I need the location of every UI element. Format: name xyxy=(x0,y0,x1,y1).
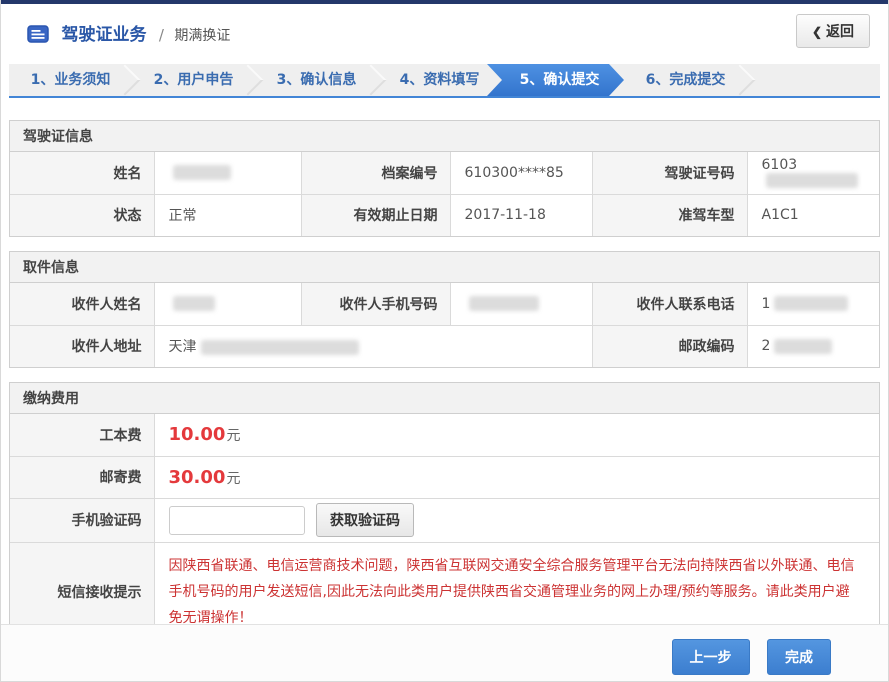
name-label: 姓名 xyxy=(10,152,154,194)
redacted-blur xyxy=(774,339,832,354)
vehicle-type-value: A1C1 xyxy=(747,194,879,236)
vehicle-type-label: 准驾车型 xyxy=(592,194,747,236)
name-value-redacted xyxy=(154,152,301,194)
step-2-declare[interactable]: 2、用户申告 xyxy=(132,64,255,96)
pickup-info-table: 收件人姓名 收件人手机号码 收件人联系电话 1 收件人地址 天津 邮政编码 2 xyxy=(10,283,879,367)
header: 驾驶证业务 / 期满换证 ❮ 返回 xyxy=(1,4,888,64)
tel-prefix: 1 xyxy=(762,296,771,312)
step-label: 1、业务须知 xyxy=(31,72,111,88)
currency-unit: 元 xyxy=(226,471,240,487)
step-label: 6、完成提交 xyxy=(646,72,726,88)
section-title: 驾驶证信息 xyxy=(10,121,879,152)
step-5-confirm-submit-active[interactable]: 5、确认提交 xyxy=(487,64,624,96)
table-row: 手机验证码 获取验证码 xyxy=(10,498,879,542)
postcode-prefix: 2 xyxy=(762,338,771,354)
step-wizard: 1、业务须知 2、用户申告 3、确认信息 4、资料填写 5、确认提交 6、完成提… xyxy=(9,64,880,98)
redacted-blur xyxy=(766,173,858,188)
captcha-cell: 获取验证码 xyxy=(154,498,879,542)
section-pickup-info: 取件信息 收件人姓名 收件人手机号码 收件人联系电话 1 收件人地址 天津 邮政… xyxy=(9,251,880,368)
postage-fee-amount: 30.00 xyxy=(169,467,226,488)
recipient-tel-redacted: 1 xyxy=(747,283,879,325)
postcode-redacted: 2 xyxy=(747,325,879,367)
finish-button[interactable]: 完成 xyxy=(767,639,831,675)
redacted-blur xyxy=(173,165,231,180)
address-redacted: 天津 xyxy=(154,325,592,367)
breadcrumb-separator: / xyxy=(159,26,164,44)
captcha-input[interactable] xyxy=(169,506,305,535)
expiry-value: 2017-11-18 xyxy=(450,194,592,236)
back-chevron-icon: ❮ xyxy=(812,25,822,39)
status-value: 正常 xyxy=(154,194,301,236)
step-6-complete[interactable]: 6、完成提交 xyxy=(624,64,747,96)
postage-fee-value: 30.00元 xyxy=(154,456,879,498)
file-no-label: 档案编号 xyxy=(301,152,450,194)
table-row: 收件人姓名 收件人手机号码 收件人联系电话 1 xyxy=(10,283,879,325)
file-no-value: 610300****85 xyxy=(450,152,592,194)
recipient-mobile-label: 收件人手机号码 xyxy=(301,283,450,325)
postcode-label: 邮政编码 xyxy=(592,325,747,367)
footer-bar: 上一步 完成 xyxy=(1,624,888,681)
previous-step-button[interactable]: 上一步 xyxy=(672,639,750,675)
redacted-blur xyxy=(201,340,359,355)
section-title: 缴纳费用 xyxy=(10,383,879,414)
address-label: 收件人地址 xyxy=(10,325,154,367)
step-label: 4、资料填写 xyxy=(400,72,480,88)
address-prefix: 天津 xyxy=(169,339,197,355)
table-row: 状态 正常 有效期止日期 2017-11-18 准驾车型 A1C1 xyxy=(10,194,879,236)
currency-unit: 元 xyxy=(226,428,240,444)
redacted-blur xyxy=(469,296,539,311)
main-content: 驾驶证信息 姓名 档案编号 610300****85 驾驶证号码 6103 状态… xyxy=(1,98,888,642)
page-title: 驾驶证业务 xyxy=(61,25,146,45)
step-label: 2、用户申告 xyxy=(154,72,234,88)
recipient-mobile-redacted xyxy=(450,283,592,325)
cost-fee-amount: 10.00 xyxy=(169,424,226,445)
status-label: 状态 xyxy=(10,194,154,236)
cost-fee-value: 10.00元 xyxy=(154,414,879,456)
step-label: 5、确认提交 xyxy=(520,72,600,88)
table-row: 邮寄费 30.00元 xyxy=(10,456,879,498)
table-row: 工本费 10.00元 xyxy=(10,414,879,456)
section-license-info: 驾驶证信息 姓名 档案编号 610300****85 驾驶证号码 6103 状态… xyxy=(9,120,880,237)
license-form-icon xyxy=(27,25,49,47)
redacted-blur xyxy=(774,296,848,311)
license-no-prefix: 6103 xyxy=(762,157,798,173)
back-label: 返回 xyxy=(826,23,854,39)
redacted-blur xyxy=(173,296,215,311)
get-captcha-button[interactable]: 获取验证码 xyxy=(316,503,414,537)
table-row: 姓名 档案编号 610300****85 驾驶证号码 6103 xyxy=(10,152,879,194)
recipient-name-redacted xyxy=(154,283,301,325)
license-info-table: 姓名 档案编号 610300****85 驾驶证号码 6103 状态 正常 有效… xyxy=(10,152,879,236)
table-row: 收件人地址 天津 邮政编码 2 xyxy=(10,325,879,367)
page: 驾驶证业务 / 期满换证 ❮ 返回 1、业务须知 2、用户申告 3、确认信息 4、… xyxy=(0,0,889,682)
captcha-label: 手机验证码 xyxy=(10,498,154,542)
expiry-label: 有效期止日期 xyxy=(301,194,450,236)
cost-fee-label: 工本费 xyxy=(10,414,154,456)
recipient-name-label: 收件人姓名 xyxy=(10,283,154,325)
back-button[interactable]: ❮ 返回 xyxy=(796,14,870,48)
postage-fee-label: 邮寄费 xyxy=(10,456,154,498)
step-1-notice[interactable]: 1、业务须知 xyxy=(9,64,132,96)
license-no-value-redacted: 6103 xyxy=(747,152,879,194)
step-4-fill-data[interactable]: 4、资料填写 xyxy=(378,64,501,96)
step-label: 3、确认信息 xyxy=(277,72,357,88)
fees-table: 工本费 10.00元 邮寄费 30.00元 手机验证码 获取验证码 短信接收提示 xyxy=(10,414,879,641)
step-3-confirm-info[interactable]: 3、确认信息 xyxy=(255,64,378,96)
chevron-right-icon xyxy=(724,64,755,95)
section-title: 取件信息 xyxy=(10,252,879,283)
recipient-tel-label: 收件人联系电话 xyxy=(592,283,747,325)
license-no-label: 驾驶证号码 xyxy=(592,152,747,194)
page-subtitle: 期满换证 xyxy=(174,28,230,44)
section-fees: 缴纳费用 工本费 10.00元 邮寄费 30.00元 手机验证码 获取验证码 xyxy=(9,382,880,642)
